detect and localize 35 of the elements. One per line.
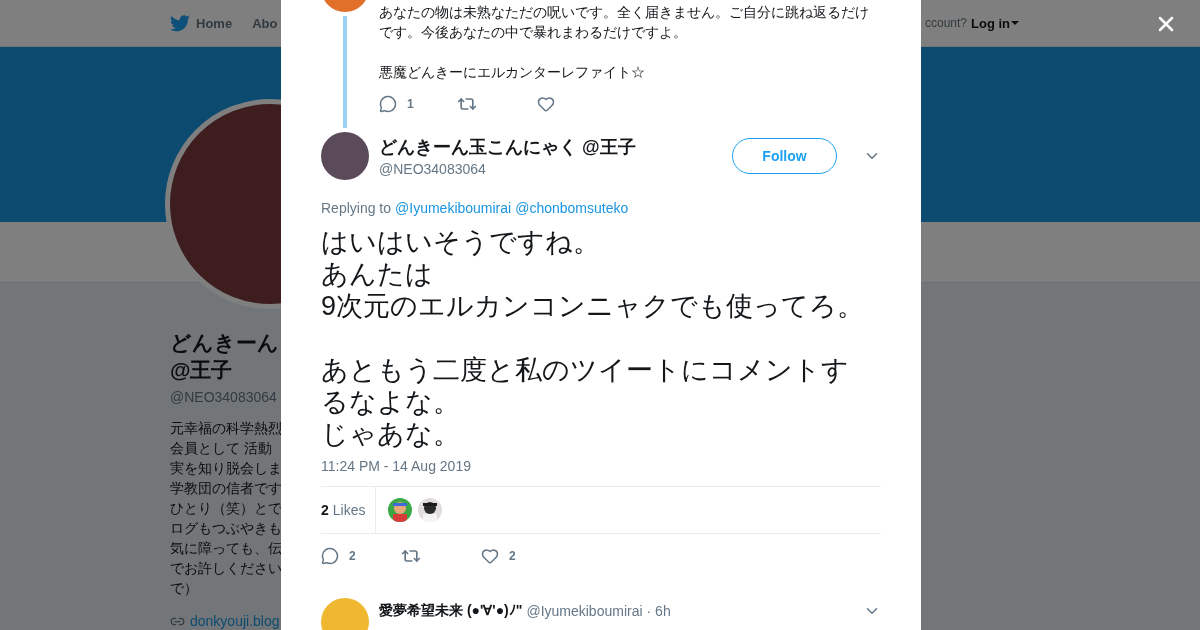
avatar[interactable]	[321, 132, 369, 180]
like-icon[interactable]	[481, 547, 499, 565]
like-icon[interactable]	[537, 95, 555, 113]
nav-link[interactable]: Abo	[252, 15, 278, 31]
account-prompt: ccount?	[924, 16, 967, 30]
reply-icon[interactable]	[321, 547, 339, 565]
reply-count: 2	[349, 549, 356, 563]
tweet-time[interactable]: 11:24 PM - 14 Aug 2019	[321, 458, 881, 474]
tweet-text-line: あんたは	[321, 258, 434, 290]
profile-handle: @NEO34083064	[170, 389, 278, 405]
author-name[interactable]: 愛夢希望未来 (●'∀'●)ﾉ"	[379, 602, 523, 620]
tweet-text-line: あともう二度と私のツイートにコメントするなよな。	[321, 354, 850, 418]
tweet-text: 悪魔どんきーにエルカンターレファイト☆	[379, 63, 646, 82]
login-link[interactable]: Log in	[971, 15, 1020, 31]
tweet-text-line: はいはいそうですね。	[321, 226, 601, 258]
caret-icon[interactable]	[1010, 20, 1020, 26]
mention-link[interactable]: @chonbomsuteko	[515, 200, 629, 216]
follow-button[interactable]: Follow	[732, 138, 837, 174]
author-name[interactable]: どんきーん玉こんにゃく @王子	[379, 135, 722, 159]
replying-label: Replying to	[321, 200, 392, 216]
profile-name: どんきーん @王子	[170, 330, 280, 383]
bird-icon	[170, 14, 190, 32]
mention-link[interactable]: @Iyumekiboumirai	[395, 200, 512, 216]
tweet-text: あなたの物は未熟なただの呪いです。全く届きません。ご自分に跳ね返るだけです。今後あなたの中で暴れまわるだけですよ。	[379, 3, 870, 42]
reply-count: 1	[407, 97, 414, 111]
tweet-text-line: じゃあな。	[321, 418, 461, 450]
author-handle[interactable]: @NEO34083064	[379, 161, 722, 177]
reply-icon[interactable]	[379, 95, 397, 113]
tweet-text-line: 9次元のエルカンコンニャクでも使ってろ。	[321, 290, 866, 322]
author-handle[interactable]: @Iyumekiboumirai	[526, 603, 643, 619]
profile-bio: 元幸福の科学熱烈 会員として 活動 実を知り脱会しま 学教団の信者です ひとり（笑）とで ログもつぶやきも 気に障っても、伝 でお許しください で）	[170, 420, 281, 598]
likes-count[interactable]: 2 Likes	[321, 487, 377, 533]
like-count: 2	[509, 549, 516, 563]
tweet-time[interactable]: · 6h	[646, 603, 671, 619]
nav-link[interactable]: Home	[170, 14, 233, 32]
